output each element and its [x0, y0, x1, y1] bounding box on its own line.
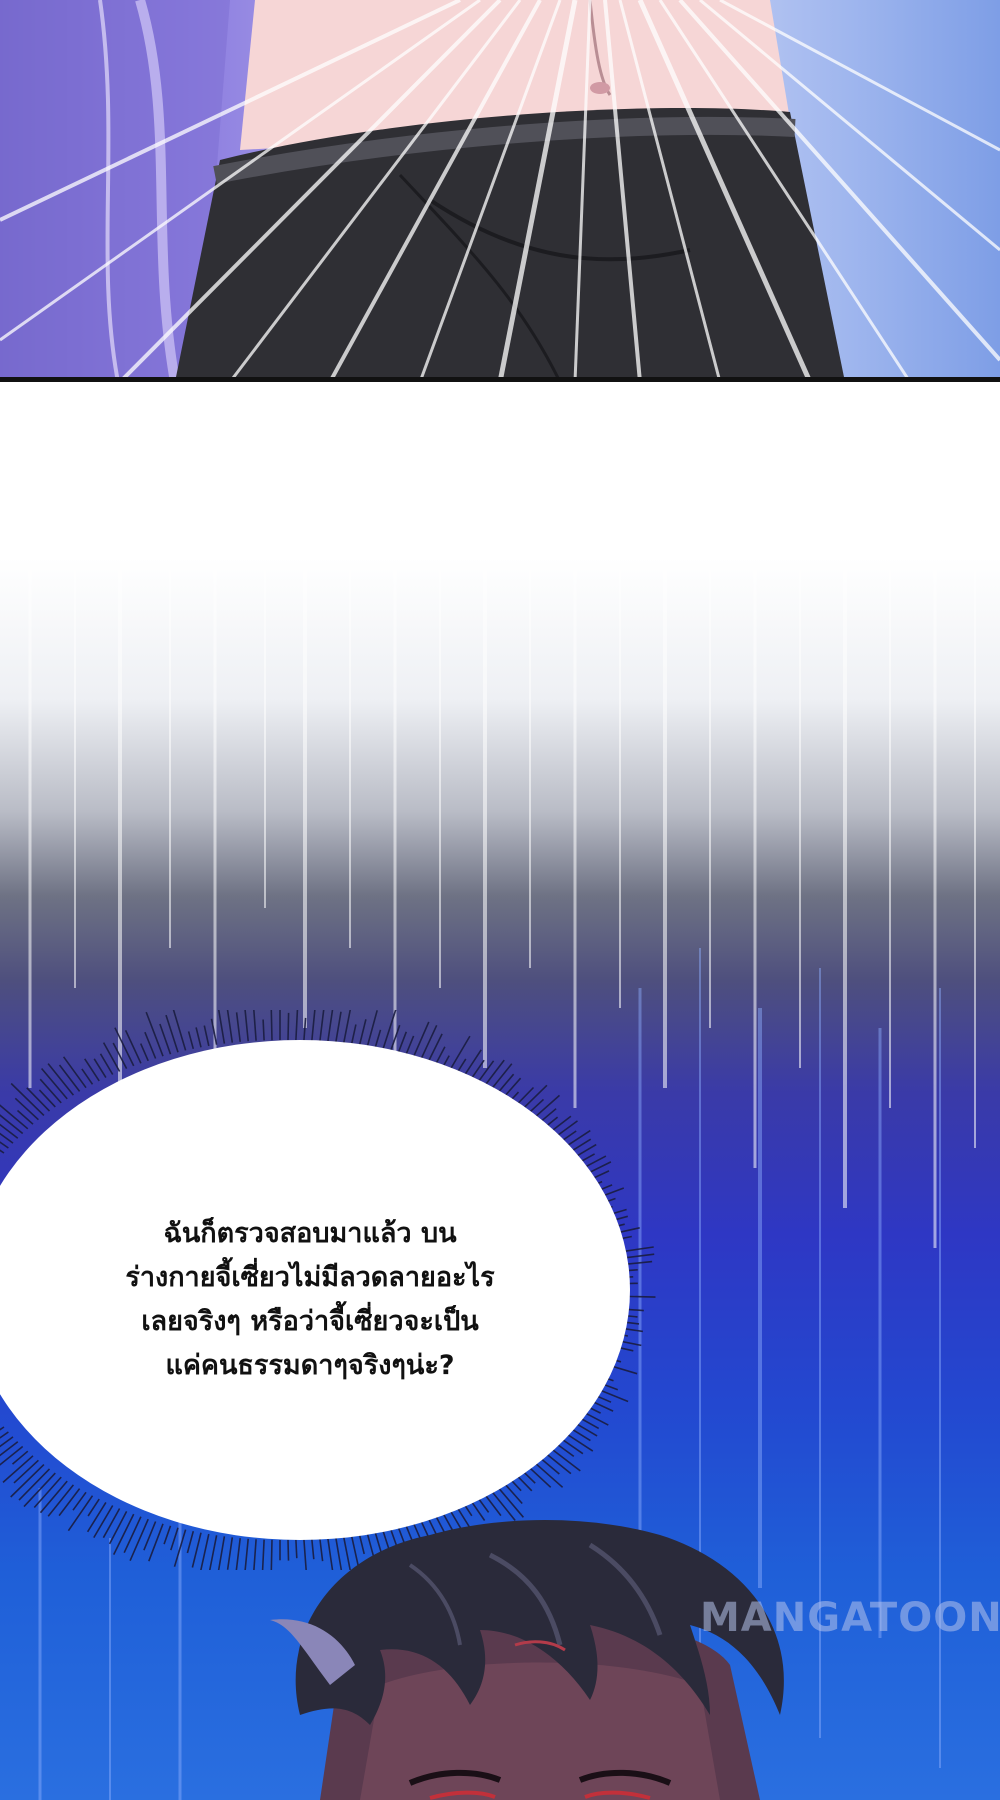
speech-bubble-text: ฉันก็ตรวจสอบมาแล้ว บน ร่างกายจี้เซี่ยวไม… — [60, 1212, 560, 1388]
top-panel — [0, 0, 1000, 382]
speech-line-3: เลยจริงๆ หรือว่าจี้เซี่ยวจะเป็น — [141, 1306, 479, 1337]
top-panel-art — [0, 0, 1000, 377]
comic-page: ฉันก็ตรวจสอบมาแล้ว บน ร่างกายจี้เซี่ยวไม… — [0, 0, 1000, 1800]
character-head — [270, 1520, 784, 1800]
speech-line-4: แค่คนธรรมดาๆจริงๆน่ะ? — [165, 1350, 455, 1381]
mangatoon-watermark: MANGATOON — [700, 1595, 1000, 1641]
speech-line-2: ร่างกายจี้เซี่ยวไม่มีลวดลายอะไร — [125, 1262, 495, 1293]
speech-line-1: ฉันก็ตรวจสอบมาแล้ว บน — [163, 1218, 457, 1249]
